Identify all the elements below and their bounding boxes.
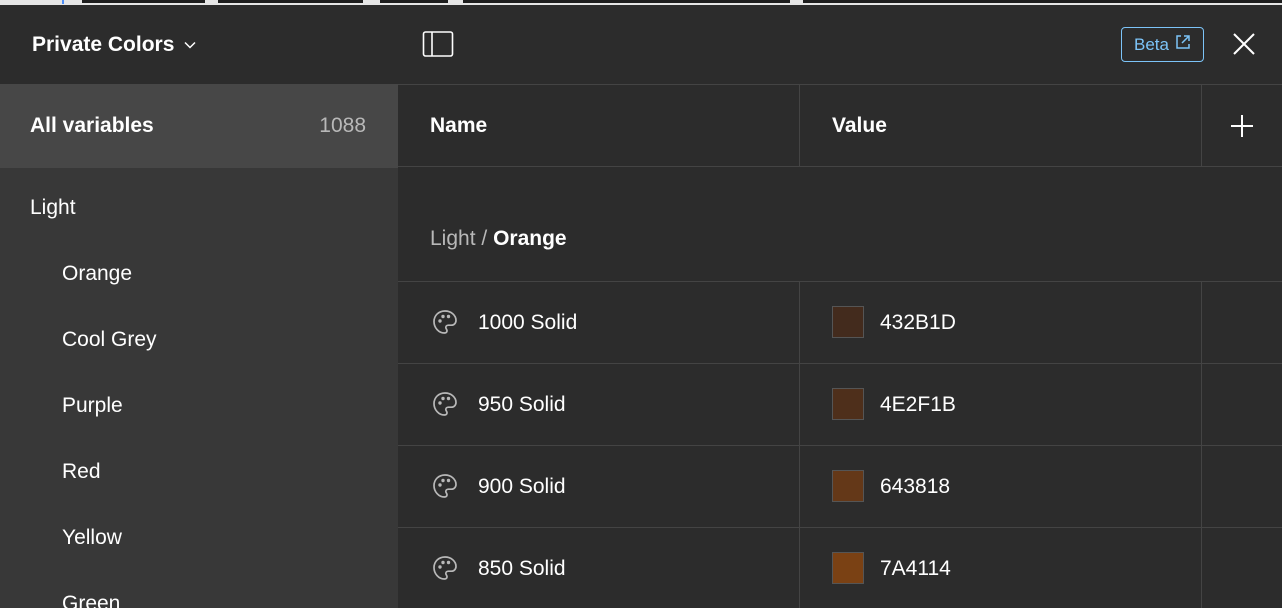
sidebar-item-green[interactable]: Green [62, 592, 120, 608]
all-variables-count: 1088 [319, 114, 366, 137]
chevron-down-icon [184, 41, 196, 49]
column-divider [799, 85, 800, 167]
variable-value[interactable]: 4E2F1B [880, 364, 956, 445]
panel-toolbar: Beta [398, 5, 1282, 85]
variable-value[interactable]: 7A4114 [880, 528, 951, 608]
column-divider [799, 446, 800, 527]
group-path: Light / Orange [430, 227, 567, 251]
sidebar: Private Colors All variables 1088 Light … [0, 5, 398, 608]
column-divider [1201, 85, 1202, 167]
group-path-parent: Light [430, 227, 476, 250]
column-header-value[interactable]: Value [832, 85, 887, 167]
table-row[interactable]: 900 Solid 643818 [398, 446, 1282, 527]
sidebar-item-red[interactable]: Red [62, 460, 101, 484]
sidebar-item-cool-grey[interactable]: Cool Grey [62, 328, 157, 352]
color-swatch[interactable] [832, 470, 864, 502]
palette-icon [432, 391, 458, 417]
column-divider [1201, 282, 1202, 363]
color-swatch[interactable] [832, 306, 864, 338]
sidebar-item-all-variables[interactable]: All variables 1088 [0, 84, 398, 168]
external-link-icon [1175, 34, 1191, 55]
variable-name: 900 Solid [478, 474, 566, 498]
beta-label: Beta [1134, 34, 1169, 54]
palette-icon [432, 309, 458, 335]
table-header: Name Value [398, 85, 1282, 167]
column-divider [1201, 528, 1202, 608]
palette-icon [432, 555, 458, 581]
variable-name: 950 Solid [478, 392, 566, 416]
column-divider [1201, 364, 1202, 445]
color-swatch[interactable] [832, 388, 864, 420]
sidebar-item-orange[interactable]: Orange [62, 262, 132, 286]
variable-name: 850 Solid [478, 556, 566, 580]
group-path-child: Orange [493, 227, 567, 250]
collection-title: Private Colors [32, 32, 175, 56]
color-swatch[interactable] [832, 552, 864, 584]
variable-value[interactable]: 643818 [880, 446, 950, 527]
close-icon[interactable] [1232, 32, 1256, 56]
background-block [82, 0, 205, 3]
sidebar-group-light[interactable]: Light [30, 196, 76, 220]
collection-selector[interactable]: Private Colors [0, 5, 398, 84]
all-variables-label: All variables [30, 114, 154, 137]
column-header-name[interactable]: Name [430, 85, 487, 167]
palette-icon [432, 473, 458, 499]
background-block [463, 0, 790, 3]
table-row[interactable]: 850 Solid 7A4114 [398, 528, 1282, 608]
sidebar-toggle-icon[interactable] [422, 29, 454, 59]
beta-link-button[interactable]: Beta [1121, 27, 1204, 62]
variables-panel: Beta Name Value Light / Orange 1000 Soli… [398, 5, 1282, 608]
column-divider [799, 528, 800, 608]
variable-name: 1000 Solid [478, 310, 578, 334]
table-row[interactable]: 950 Solid 4E2F1B [398, 364, 1282, 445]
background-block [380, 0, 448, 3]
table-row[interactable]: 1000 Solid 432B1D [398, 282, 1282, 363]
column-divider [799, 282, 800, 363]
background-cursor [62, 0, 64, 4]
background-block [218, 0, 363, 3]
plus-icon[interactable] [1230, 114, 1254, 138]
sidebar-item-purple[interactable]: Purple [62, 394, 123, 418]
column-divider [799, 364, 800, 445]
group-path-separator: / [475, 227, 494, 250]
background-block [803, 0, 1282, 3]
variable-value[interactable]: 432B1D [880, 282, 956, 363]
sidebar-item-yellow[interactable]: Yellow [62, 526, 122, 550]
column-divider [1201, 446, 1202, 527]
